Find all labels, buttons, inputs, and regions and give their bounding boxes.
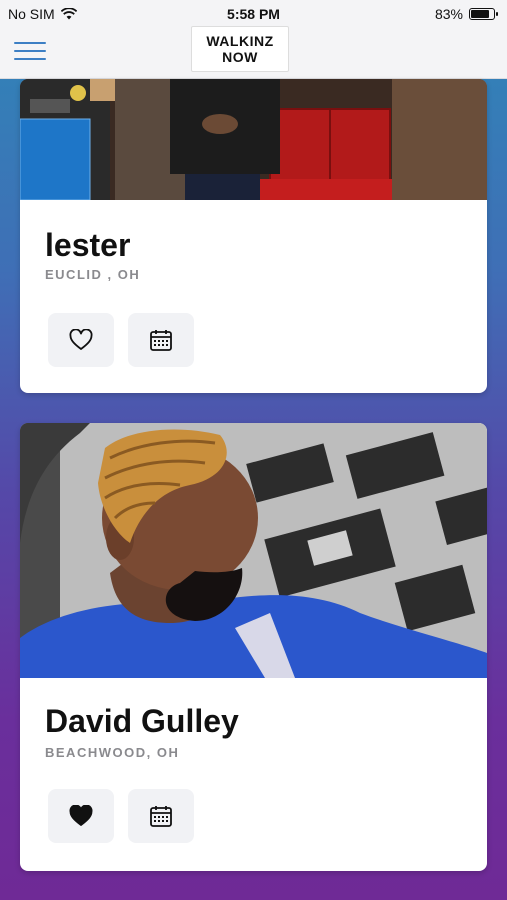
calendar-icon: [150, 330, 172, 351]
clock: 5:58 PM: [227, 6, 280, 22]
barber-name: David Gulley: [45, 703, 239, 739]
heart-filled-icon: [69, 805, 93, 826]
logo-line-2: NOW: [222, 49, 258, 65]
barber-card[interactable]: lester EUCLID , OH: [20, 79, 487, 393]
barber-location: BEACHWOOD, OH: [45, 745, 180, 760]
book-appointment-button[interactable]: [128, 789, 194, 843]
book-appointment-button[interactable]: [128, 313, 194, 367]
logo-line-1: WALKINZ: [206, 33, 274, 49]
favorite-button[interactable]: [48, 789, 114, 843]
barber-name: lester: [45, 227, 131, 263]
barber-photo: [20, 423, 487, 678]
hamburger-menu-icon[interactable]: [14, 42, 46, 64]
heart-outline-icon: [69, 329, 93, 350]
status-right: 83%: [434, 6, 498, 22]
status-bar: No SIM 5:58 PM 83%: [0, 0, 507, 28]
barber-location: EUCLID , OH: [45, 267, 141, 282]
app-logo: WALKINZ NOW: [191, 26, 289, 72]
battery-percent: 83%: [434, 6, 463, 22]
barber-photo: [20, 79, 487, 200]
favorite-button[interactable]: [48, 313, 114, 367]
battery-icon: [469, 8, 498, 20]
nav-bar: WALKINZ NOW: [0, 26, 507, 79]
barber-card[interactable]: David Gulley BEACHWOOD, OH: [20, 423, 487, 871]
calendar-icon: [150, 806, 172, 827]
